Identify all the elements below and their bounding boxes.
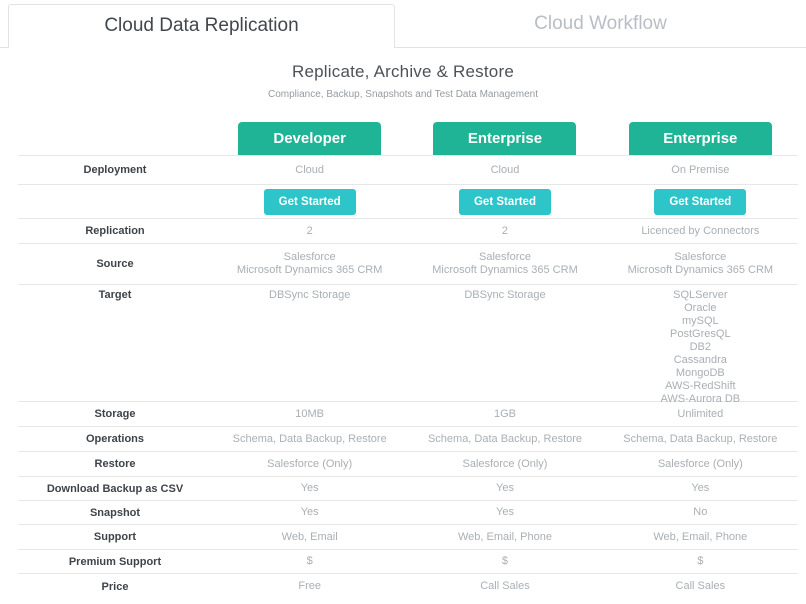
page-header: Replicate, Archive & Restore Compliance,… (0, 62, 806, 100)
tab-cloud-data-replication[interactable]: Cloud Data Replication (8, 4, 395, 48)
plan-value: Yes (212, 482, 407, 495)
row-label: Snapshot (18, 507, 212, 519)
plan-value: DBSync Storage (407, 289, 602, 302)
plan-value: Call Sales (603, 580, 798, 593)
page-title: Replicate, Archive & Restore (0, 62, 806, 82)
table-row-operations: Operations Schema, Data Backup, Restore … (18, 427, 798, 452)
row-label: Storage (18, 408, 212, 420)
plan-value: Schema, Data Backup, Restore (407, 433, 602, 446)
plan-header-enterprise-cloud: Enterprise (433, 122, 576, 155)
get-started-button-enterprise-cloud[interactable]: Get Started (459, 189, 551, 215)
table-row-get-started: Get Started Get Started Get Started (18, 185, 798, 219)
plan-value: Salesforce (Only) (603, 458, 798, 471)
table-row-support: Support Web, Email Web, Email, Phone Web… (18, 525, 798, 550)
plan-value: Salesforce (Only) (212, 458, 407, 471)
get-started-button-enterprise-onpremise[interactable]: Get Started (654, 189, 746, 215)
table-row-deployment: Deployment Cloud Cloud On Premise (18, 156, 798, 185)
plan-value: 1GB (407, 408, 602, 421)
table-row-premium-support: Premium Support $ $ $ (18, 550, 798, 574)
table-row-price: Price Free Call Sales Call Sales (18, 574, 798, 599)
page-subtitle: Compliance, Backup, Snapshots and Test D… (0, 89, 806, 100)
plan-value: $ (407, 555, 602, 568)
row-label: Source (18, 258, 212, 270)
plan-value: $ (603, 555, 798, 568)
table-row-target: Target DBSync Storage DBSync Storage SQL… (18, 285, 798, 402)
plan-value: $ (212, 555, 407, 568)
tab-cloud-workflow[interactable]: Cloud Workflow (395, 3, 806, 47)
plan-value: Salesforce Microsoft Dynamics 365 CRM (407, 251, 602, 277)
plan-value: Web, Email, Phone (407, 531, 602, 544)
plan-value: 10MB (212, 408, 407, 421)
plan-header-row: Developer Enterprise Enterprise (18, 121, 798, 156)
plan-value: Unlimited (603, 408, 798, 421)
plan-value: Schema, Data Backup, Restore (603, 433, 798, 446)
tab-bar: Cloud Data Replication Cloud Workflow (0, 0, 806, 48)
table-row-source: Source Salesforce Microsoft Dynamics 365… (18, 244, 798, 285)
plan-value: Web, Email, Phone (603, 531, 798, 544)
plan-value: SQLServer Oracle mySQL PostGresQL DB2 Ca… (603, 289, 798, 406)
plan-value: Salesforce Microsoft Dynamics 365 CRM (212, 251, 407, 277)
row-label: Price (18, 581, 212, 593)
plan-value: Yes (212, 506, 407, 519)
plan-value: Salesforce Microsoft Dynamics 365 CRM (603, 251, 798, 277)
row-label: Download Backup as CSV (18, 483, 212, 495)
plan-value: DBSync Storage (212, 289, 407, 302)
plan-value: Cloud (212, 164, 407, 177)
plan-value: No (603, 506, 798, 519)
table-row-replication: Replication 2 2 Licenced by Connectors (18, 219, 798, 244)
row-label: Restore (18, 458, 212, 470)
plan-value: Cloud (407, 164, 602, 177)
row-label: Target (18, 289, 212, 301)
plan-value: Web, Email (212, 531, 407, 544)
plan-value: Schema, Data Backup, Restore (212, 433, 407, 446)
plan-value: Licenced by Connectors (603, 225, 798, 238)
plan-value: Yes (407, 482, 602, 495)
row-label: Deployment (18, 164, 212, 176)
table-row-snapshot: Snapshot Yes Yes No (18, 501, 798, 525)
row-label: Premium Support (18, 556, 212, 568)
plan-value: Call Sales (407, 580, 602, 593)
plan-value: Yes (603, 482, 798, 495)
plan-value: 2 (407, 225, 602, 238)
get-started-button-developer[interactable]: Get Started (264, 189, 356, 215)
plan-value: Salesforce (Only) (407, 458, 602, 471)
plan-header-developer: Developer (238, 122, 381, 155)
plan-header-enterprise-onpremise: Enterprise (629, 122, 772, 155)
pricing-table: Developer Enterprise Enterprise Deployme… (18, 121, 798, 599)
plan-value: Yes (407, 506, 602, 519)
row-label: Support (18, 531, 212, 543)
plan-value: On Premise (603, 164, 798, 177)
row-label: Replication (18, 225, 212, 237)
plan-value: Free (212, 580, 407, 593)
row-label: Operations (18, 433, 212, 445)
table-row-restore: Restore Salesforce (Only) Salesforce (On… (18, 452, 798, 477)
table-row-download-backup-csv: Download Backup as CSV Yes Yes Yes (18, 477, 798, 501)
plan-value: 2 (212, 225, 407, 238)
